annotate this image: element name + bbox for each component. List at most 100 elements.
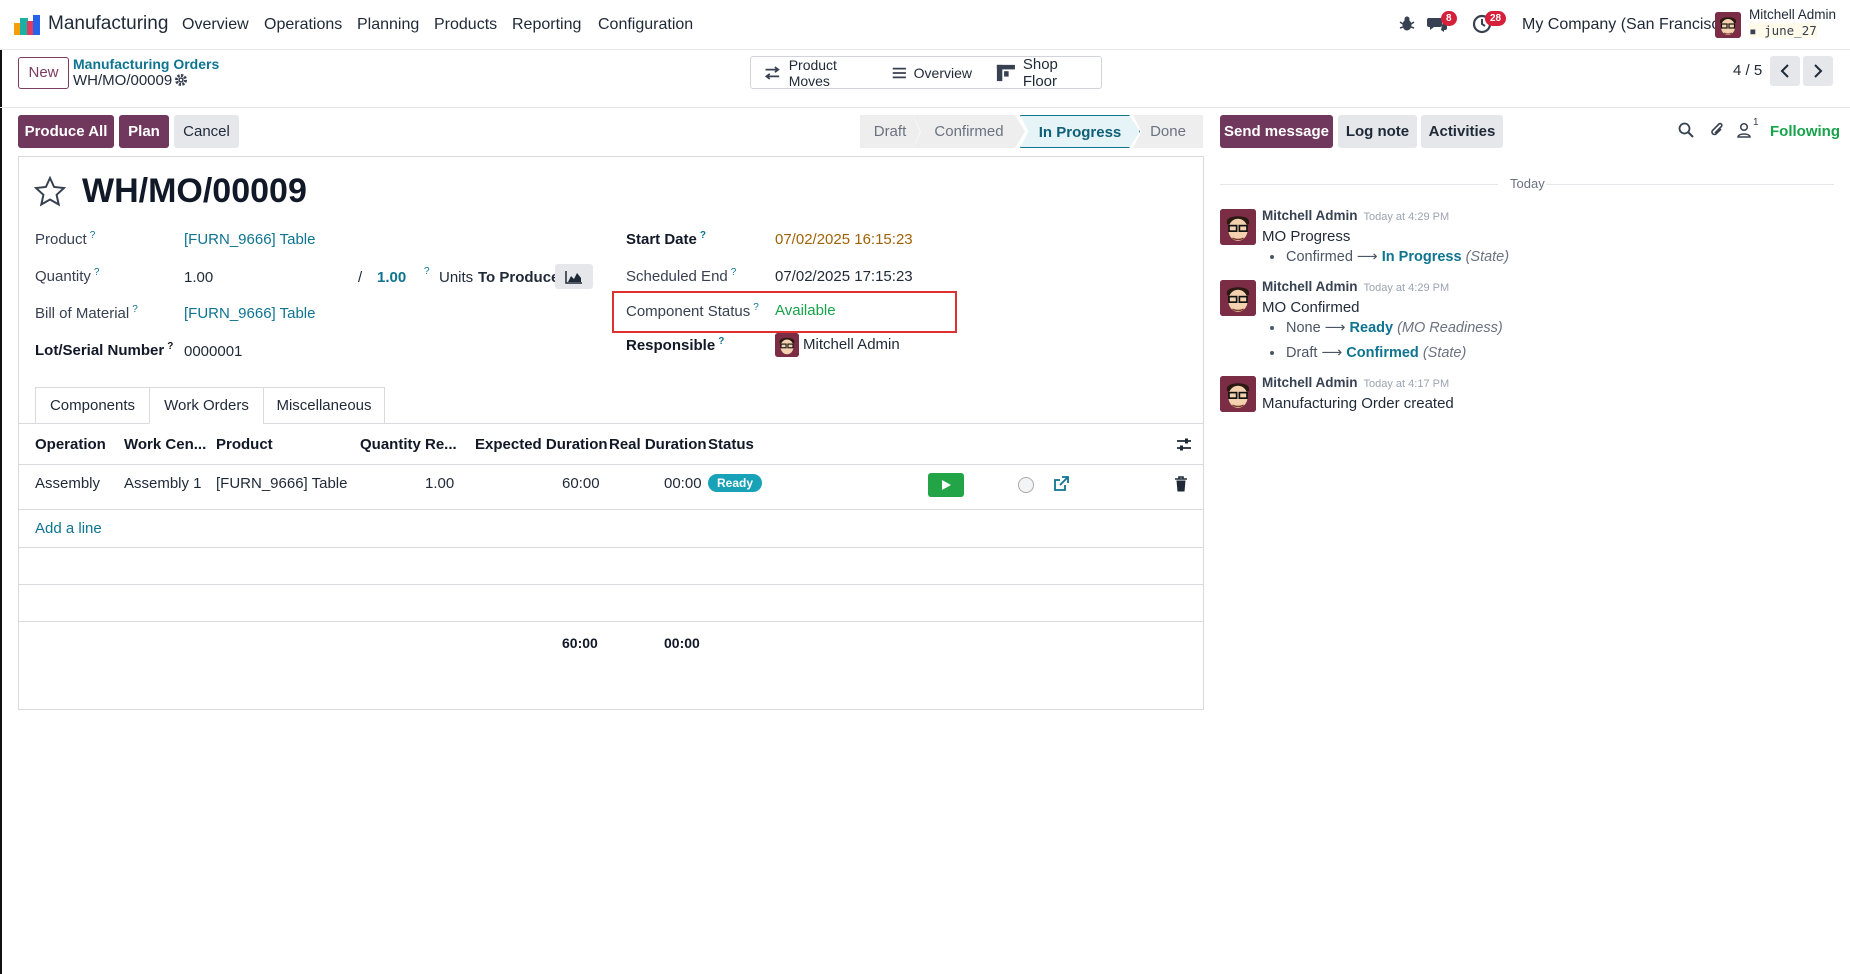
message-avatar[interactable] xyxy=(1220,376,1256,412)
responsible-label-text: Responsible xyxy=(626,337,716,354)
arrow-right-icon: ⟶ xyxy=(1324,320,1350,336)
menu-operations[interactable]: Operations xyxy=(264,16,342,34)
app-name[interactable]: Manufacturing xyxy=(48,13,168,35)
menu-overview[interactable]: Overview xyxy=(182,16,249,34)
gear-icon[interactable] xyxy=(174,73,188,87)
bom-field[interactable]: [FURN_9666] Table xyxy=(184,305,315,322)
cell-product[interactable]: [FURN_9666] Table xyxy=(216,475,347,492)
help-mark[interactable]: ? xyxy=(90,230,96,241)
column-work-center[interactable]: Work Cen... xyxy=(124,436,206,453)
messages-badge: 8 xyxy=(1441,11,1457,26)
component-status-value: Available xyxy=(775,302,836,319)
stage-done[interactable]: Done xyxy=(1133,115,1203,148)
pager-previous-button[interactable] xyxy=(1770,56,1800,86)
message-author[interactable]: Mitchell Admin Today at 4:29 PM xyxy=(1262,208,1449,223)
breadcrumb-manufacturing-orders[interactable]: Manufacturing Orders xyxy=(73,56,219,72)
user-name[interactable]: Mitchell Admin xyxy=(1749,7,1836,22)
star-icon[interactable] xyxy=(34,176,66,208)
cell-operation[interactable]: Assembly xyxy=(35,475,100,492)
help-mark[interactable]: ? xyxy=(94,267,100,278)
help-mark[interactable]: ? xyxy=(132,304,138,315)
user-avatar[interactable] xyxy=(1715,12,1741,38)
date-separator-line xyxy=(1220,184,1498,185)
pager-value[interactable]: 4 / 5 xyxy=(1733,62,1762,79)
followers-button[interactable]: 1 xyxy=(1737,117,1761,139)
help-mark[interactable]: ? xyxy=(718,336,724,347)
messages-button[interactable]: 8 xyxy=(1427,11,1457,36)
quantity-label: Quantity? xyxy=(35,267,99,285)
cell-expected-duration[interactable]: 60:00 xyxy=(562,475,600,492)
menu-planning[interactable]: Planning xyxy=(357,16,419,34)
stage-in-progress[interactable]: In Progress xyxy=(1020,115,1140,148)
trash-icon[interactable] xyxy=(1174,476,1188,492)
units-field[interactable]: Units xyxy=(439,269,473,286)
pager-next-button[interactable] xyxy=(1803,56,1833,86)
optional-columns-icon[interactable] xyxy=(1176,437,1192,453)
activities-button-chatter[interactable]: Activities xyxy=(1421,115,1503,148)
produce-all-button[interactable]: Produce All xyxy=(18,115,114,148)
menu-configuration[interactable]: Configuration xyxy=(598,16,693,34)
search-icon[interactable] xyxy=(1678,122,1694,138)
stage-confirmed[interactable]: Confirmed xyxy=(913,115,1025,148)
product-field[interactable]: [FURN_9666] Table xyxy=(184,231,315,248)
overview-button[interactable]: Overview xyxy=(880,56,985,89)
readiness-indicator[interactable] xyxy=(1018,477,1034,493)
menu-products[interactable]: Products xyxy=(434,16,497,34)
row-divider xyxy=(18,621,1204,622)
start-button[interactable] xyxy=(928,473,964,497)
column-real-duration[interactable]: Real Duration xyxy=(609,436,707,453)
following-button[interactable]: Following xyxy=(1770,123,1840,140)
log-note-button[interactable]: Log note xyxy=(1338,115,1417,148)
start-date-field[interactable]: 07/02/2025 16:15:23 xyxy=(775,231,913,248)
product-moves-button[interactable]: Product Moves xyxy=(750,56,881,89)
quantity-field[interactable]: 1.00 xyxy=(184,269,213,286)
message-author[interactable]: Mitchell Admin Today at 4:17 PM xyxy=(1262,375,1449,390)
message-author[interactable]: Mitchell Admin Today at 4:29 PM xyxy=(1262,279,1449,294)
paperclip-icon[interactable] xyxy=(1709,121,1725,139)
arrow-right-icon: ⟶ xyxy=(1321,345,1347,361)
column-status[interactable]: Status xyxy=(708,436,754,453)
plan-button[interactable]: Plan xyxy=(119,115,169,148)
cancel-button[interactable]: Cancel xyxy=(174,115,239,148)
cell-work-center[interactable]: Assembly 1 xyxy=(124,475,202,492)
add-line-link[interactable]: Add a line xyxy=(35,520,102,537)
tab-work-orders[interactable]: Work Orders xyxy=(149,387,264,424)
new-button[interactable]: New xyxy=(18,57,69,89)
quantity-slash: / xyxy=(358,269,363,286)
shop-floor-button[interactable]: Shop Floor xyxy=(984,56,1102,90)
scheduled-end-field[interactable]: 07/02/2025 17:15:23 xyxy=(775,268,913,285)
help-mark[interactable]: ? xyxy=(424,266,430,277)
manufacturing-app-icon[interactable] xyxy=(14,15,40,35)
quantity-target[interactable]: 1.00 xyxy=(377,269,406,286)
lot-serial-field[interactable]: 0000001 xyxy=(184,343,242,360)
avatar-face-icon xyxy=(1220,280,1256,316)
forecast-report-button[interactable] xyxy=(555,264,593,289)
responsible-field[interactable]: Mitchell Admin xyxy=(803,336,900,353)
arrow-right-icon: ⟶ xyxy=(1356,249,1382,265)
bug-icon[interactable] xyxy=(1398,15,1416,33)
column-expected-duration[interactable]: Expected Duration xyxy=(475,436,608,453)
tab-miscellaneous[interactable]: Miscellaneous xyxy=(263,387,385,424)
area-chart-icon xyxy=(565,270,582,284)
help-mark[interactable]: ? xyxy=(700,230,706,241)
company-switcher[interactable]: My Company (San Francisco) xyxy=(1522,16,1734,34)
help-mark[interactable]: ? xyxy=(753,302,759,313)
column-product[interactable]: Product xyxy=(216,436,273,453)
column-operation[interactable]: Operation xyxy=(35,436,106,453)
exchange-arrows-icon xyxy=(764,65,780,80)
cell-real-duration[interactable]: 00:00 xyxy=(664,475,702,492)
help-mark[interactable]: ? xyxy=(731,267,737,278)
message-avatar[interactable] xyxy=(1220,280,1256,316)
stage-draft[interactable]: Draft xyxy=(860,115,920,148)
tracking-field: (State) xyxy=(1465,249,1510,265)
help-mark[interactable]: ? xyxy=(167,341,173,352)
activities-button[interactable]: 28 xyxy=(1472,11,1507,36)
menu-reporting[interactable]: Reporting xyxy=(512,16,581,34)
send-message-button[interactable]: Send message xyxy=(1220,115,1333,148)
start-date-label-text: Start Date xyxy=(626,231,697,248)
column-quantity-remaining[interactable]: Quantity Re... xyxy=(360,436,457,453)
external-link-icon[interactable] xyxy=(1053,476,1069,492)
tab-components[interactable]: Components xyxy=(35,387,150,424)
message-avatar[interactable] xyxy=(1220,209,1256,245)
cell-quantity[interactable]: 1.00 xyxy=(425,475,454,492)
